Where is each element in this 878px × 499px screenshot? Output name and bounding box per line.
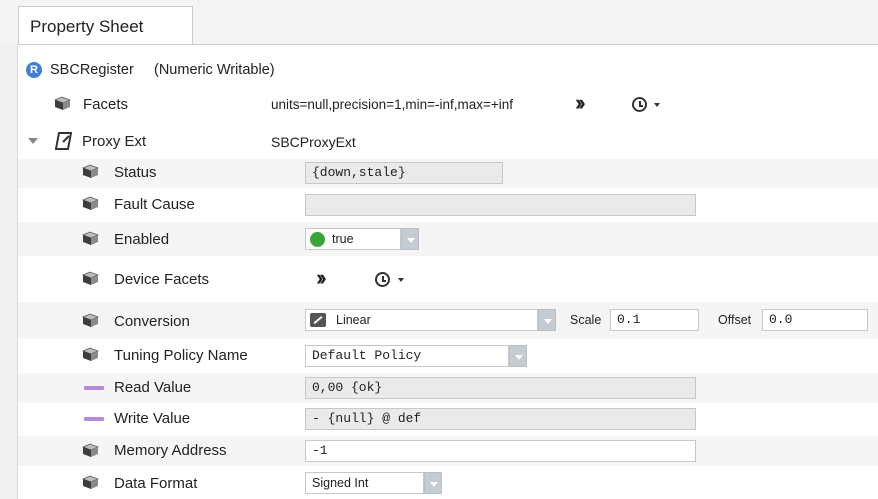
linear-icon [310, 313, 326, 327]
clock-icon[interactable] [632, 97, 647, 112]
slot-line-icon [84, 417, 104, 421]
cube-icon [82, 347, 99, 362]
conversion-value: Linear [336, 313, 371, 327]
memory-address-row: Memory Address -1 [18, 436, 878, 466]
device-facets-label: Device Facets [114, 271, 210, 288]
enabled-label: Enabled [114, 231, 170, 248]
clock-icon[interactable] [375, 272, 390, 287]
facets-row: Facets units=null,precision=1,min=-inf,m… [18, 88, 878, 122]
tab-property-sheet[interactable]: Property Sheet [18, 6, 193, 44]
expand-caret-icon[interactable] [28, 138, 38, 144]
data-format-row: Data Format Signed Int [18, 467, 878, 499]
scale-label: Scale [570, 313, 602, 327]
cube-icon [82, 475, 99, 490]
enabled-row: Enabled true [18, 222, 878, 256]
fault-cause-label: Fault Cause [114, 196, 195, 213]
fault-cause-field [305, 194, 696, 216]
tuning-policy-label: Tuning Policy Name [114, 347, 248, 364]
conversion-row: Conversion Linear Scale 0.1 Offset 0.0 [18, 302, 878, 339]
memory-address-label: Memory Address [114, 442, 227, 459]
root-type: (Numeric Writable) [154, 62, 275, 78]
conversion-dropdown-arrow[interactable] [538, 309, 556, 331]
caret-down-icon[interactable] [398, 278, 404, 282]
status-dot-icon [310, 232, 325, 247]
scale-input[interactable]: 0.1 [610, 309, 699, 331]
proxy-ext-label: Proxy Ext [82, 133, 147, 150]
cube-icon [82, 271, 99, 286]
facets-value: units=null,precision=1,min=-inf,max=+inf [271, 97, 514, 112]
enabled-value: true [332, 232, 354, 246]
register-icon: R [26, 62, 42, 78]
status-field: {down,stale} [305, 162, 503, 184]
write-value-row: Write Value - {null} @ def [18, 404, 878, 434]
slot-line-icon [84, 386, 104, 390]
cube-icon [82, 231, 99, 246]
proxy-ext-value: SBCProxyExt [271, 134, 356, 150]
conversion-label: Conversion [114, 313, 190, 330]
read-value-field: 0,00 {ok} [305, 377, 696, 399]
chevron-double-right-icon[interactable]: ›› [575, 92, 585, 114]
tab-bar: Property Sheet [0, 0, 878, 45]
write-value-field: - {null} @ def [305, 408, 696, 430]
proxy-ext-icon [55, 132, 73, 150]
cube-icon [82, 164, 99, 179]
data-format-label: Data Format [114, 475, 198, 492]
left-gutter [0, 44, 18, 499]
status-row: Status {down,stale} [18, 159, 878, 188]
conversion-select[interactable]: Linear [305, 309, 538, 331]
data-format-dropdown-arrow[interactable] [424, 472, 442, 494]
device-facets-row: Device Facets ›› [18, 258, 878, 300]
root-row[interactable]: R SBCRegister (Numeric Writable) [18, 58, 878, 84]
read-value-row: Read Value 0,00 {ok} [18, 373, 878, 403]
data-format-select[interactable]: Signed Int [305, 472, 424, 494]
caret-down-icon[interactable] [654, 103, 660, 107]
root-name: SBCRegister [50, 62, 134, 78]
offset-input[interactable]: 0.0 [762, 309, 868, 331]
fault-cause-row: Fault Cause [18, 190, 878, 219]
tuning-policy-row: Tuning Policy Name Default Policy [18, 341, 878, 371]
cube-icon [82, 313, 99, 328]
chevron-double-right-icon[interactable]: ›› [316, 267, 326, 289]
proxy-ext-row[interactable]: Proxy Ext SBCProxyExt [18, 127, 878, 157]
read-value-label: Read Value [114, 379, 192, 396]
tab-label: Property Sheet [30, 17, 144, 36]
cube-icon [82, 196, 99, 211]
cube-icon [54, 96, 71, 111]
cube-icon [82, 443, 99, 458]
memory-address-input[interactable]: -1 [305, 440, 696, 462]
tuning-policy-dropdown-arrow[interactable] [509, 345, 527, 367]
offset-label: Offset [718, 313, 752, 327]
tuning-policy-select[interactable]: Default Policy [305, 345, 509, 367]
facets-label: Facets [83, 96, 129, 113]
enabled-dropdown-arrow[interactable] [401, 228, 419, 250]
write-value-label: Write Value [114, 410, 191, 427]
status-label: Status [114, 164, 157, 181]
